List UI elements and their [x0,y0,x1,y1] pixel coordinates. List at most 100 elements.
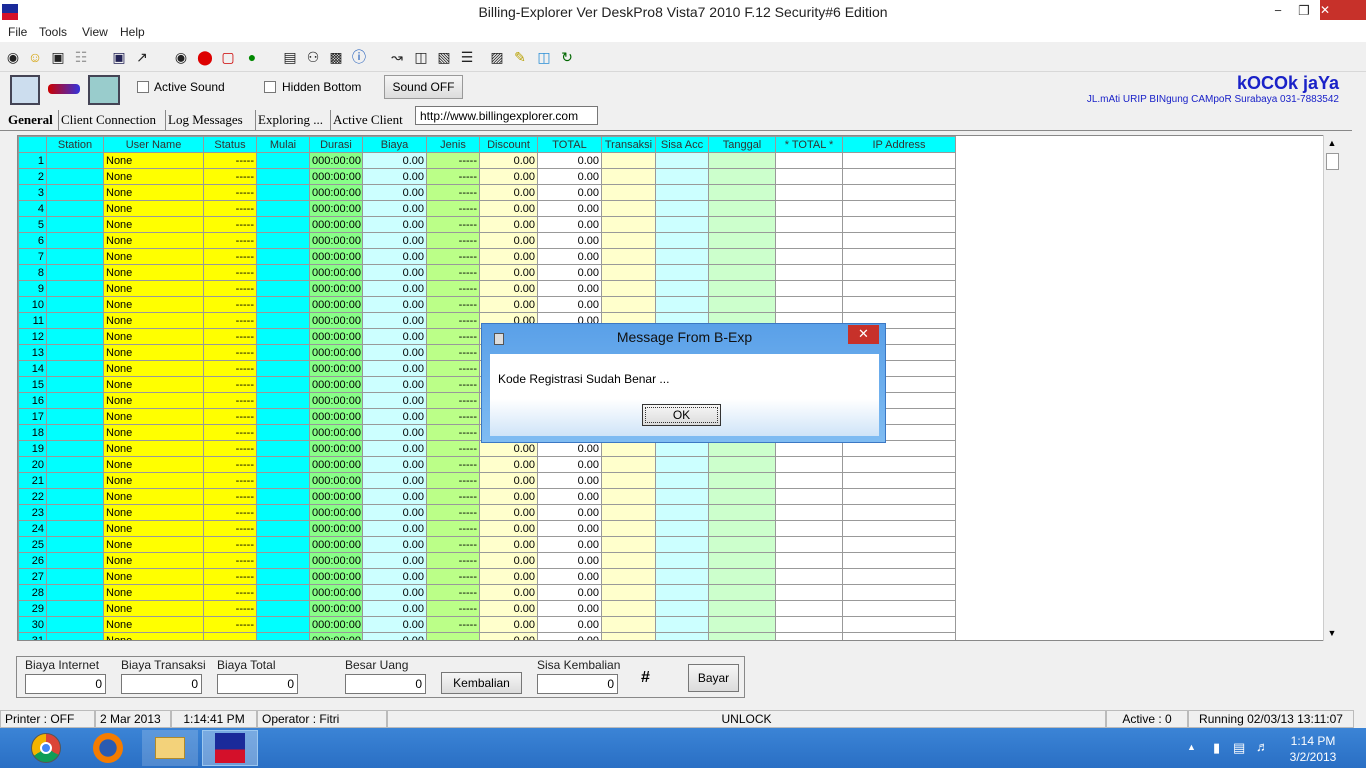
column-header[interactable]: Jenis [426,136,480,153]
tab-client-connection[interactable]: Client Connection [58,110,158,130]
cursor-icon[interactable]: ↗ [132,46,152,68]
printer-icon[interactable]: ▩ [326,46,346,68]
table-row[interactable]: 4 None ----- 000:00:00 0.00 ----- 0.00 0.00 [18,200,956,217]
eye-icon[interactable]: ◉ [171,46,191,68]
menu-help[interactable]: Help [120,25,145,39]
tray-expand-icon[interactable]: ▲ [1187,742,1196,752]
sisa-kembalian-field[interactable]: 0 [537,674,618,694]
computer-icon[interactable] [10,75,40,105]
tab-general[interactable]: General [6,110,55,130]
table-row[interactable]: 25 None ----- 000:00:00 0.00 ----- 0.00 0.00 [18,536,956,553]
chrome-icon[interactable] [18,730,74,766]
table-row[interactable]: 20 None ----- 000:00:00 0.00 ----- 0.00 0.00 [18,456,956,473]
maximize-button[interactable]: ❐ [1290,0,1318,22]
website-link[interactable]: http://www.billingexplorer.com [415,106,598,125]
besar-uang-field[interactable]: 0 [345,674,426,694]
network-icon[interactable]: ▤ [1233,740,1245,756]
column-header[interactable]: Durasi [309,136,363,153]
column-header[interactable]: Biaya [362,136,427,153]
table-row[interactable]: 6 None ----- 000:00:00 0.00 ----- 0.00 0.00 [18,232,956,249]
table-row[interactable]: 23 None ----- 000:00:00 0.00 ----- 0.00 0.00 [18,504,956,521]
kembalian-button[interactable]: Kembalian [441,672,522,694]
bayar-button[interactable]: Bayar [688,664,739,692]
table-row[interactable]: 7 None ----- 000:00:00 0.00 ----- 0.00 0.00 [18,248,956,265]
table-row[interactable]: 8 None ----- 000:00:00 0.00 ----- 0.00 0.00 [18,264,956,281]
database-icon[interactable]: ◫ [534,46,554,68]
column-header[interactable]: User Name [103,136,204,153]
sound-off-button[interactable]: Sound OFF [384,75,463,99]
lock-icon[interactable]: ▣ [48,46,68,68]
table-row[interactable]: 9 None ----- 000:00:00 0.00 ----- 0.00 0.00 [18,280,956,297]
scroll-down-icon[interactable]: ▼ [1324,625,1340,641]
tab-active-client[interactable]: Active Client [330,110,405,130]
menu-file[interactable]: File [8,25,27,39]
column-header[interactable]: TOTAL [537,136,602,153]
table-row[interactable]: 10 None ----- 000:00:00 0.00 ----- 0.00 0.00 [18,296,956,313]
table-row[interactable]: 1 None ----- 000:00:00 0.00 ----- 0.00 0.00 [18,152,956,169]
table-row[interactable]: 3 None ----- 000:00:00 0.00 ----- 0.00 0.00 [18,184,956,201]
adjust-icon[interactable]: ◫ [411,46,431,68]
column-header[interactable] [18,136,47,153]
stop-icon[interactable]: ⬤ [195,46,215,68]
network-computers-icon[interactable] [88,75,120,105]
column-header[interactable]: Discount [479,136,538,153]
table-row[interactable]: 29 None ----- 000:00:00 0.00 ----- 0.00 0.00 [18,600,956,617]
column-header[interactable]: Tanggal [708,136,776,153]
grid-scrollbar[interactable]: ▲ ▼ [1323,135,1340,641]
refresh-icon[interactable]: ↻ [557,46,577,68]
minimize-button[interactable]: − [1264,0,1292,22]
ok-button[interactable]: OK [642,404,721,426]
users-icon[interactable]: ⚇ [303,46,323,68]
biaya-total-field[interactable]: 0 [217,674,298,694]
billing-explorer-icon[interactable] [202,730,258,766]
battery-icon[interactable]: ▮ [1213,740,1220,756]
tab-log-messages[interactable]: Log Messages [165,110,245,130]
money-icon[interactable]: ● [242,46,262,68]
column-header[interactable]: Status [203,136,257,153]
folder-icon[interactable] [142,730,198,766]
menu-tools[interactable]: Tools [39,25,67,39]
chart-icon[interactable]: ↝ [387,46,407,68]
biaya-internet-field[interactable]: 0 [25,674,106,694]
table-cell: ----- [203,232,257,249]
taskbar-clock[interactable]: 1:14 PM 3/2/2013 [1283,733,1343,765]
table-row[interactable]: 27 None ----- 000:00:00 0.00 ----- 0.00 0.00 [18,568,956,585]
column-header[interactable]: * TOTAL * [775,136,843,153]
hidden-bottom-checkbox[interactable] [264,81,276,93]
close-button[interactable]: ✕ [1320,0,1366,20]
table-row[interactable]: 28 None ----- 000:00:00 0.00 ----- 0.00 0.00 [18,584,956,601]
menu-view[interactable]: View [82,25,108,39]
table-row[interactable]: 30 None ----- 000:00:00 0.00 ----- 0.00 0.00 [18,616,956,633]
list-icon[interactable]: ☰ [457,46,477,68]
column-header[interactable]: Transaksi [601,136,656,153]
column-header[interactable]: Mulai [256,136,310,153]
table-row[interactable]: 24 None ----- 000:00:00 0.00 ----- 0.00 0.00 [18,520,956,537]
export-icon[interactable]: ▨ [487,46,507,68]
scroll-up-icon[interactable]: ▲ [1324,135,1340,151]
dialog-close-button[interactable]: ✕ [848,325,879,344]
tab-exploring[interactable]: Exploring ... [255,110,325,130]
table-row[interactable]: 22 None ----- 000:00:00 0.00 ----- 0.00 0.00 [18,488,956,505]
biaya-transaksi-field[interactable]: 0 [121,674,202,694]
scroll-thumb[interactable] [1326,153,1339,170]
column-header[interactable]: Station [46,136,104,153]
volume-icon[interactable]: ♬ [1256,739,1269,754]
info-icon[interactable]: ⓘ [349,46,369,68]
firefox-icon[interactable] [80,730,136,766]
window-stop-icon[interactable]: ▢ [218,46,238,68]
table-row[interactable]: 26 None ----- 000:00:00 0.00 ----- 0.00 0.00 [18,552,956,569]
table-row[interactable]: 2 None ----- 000:00:00 0.00 ----- 0.00 0.00 [18,168,956,185]
table-row[interactable]: 5 None ----- 000:00:00 0.00 ----- 0.00 0.00 [18,216,956,233]
pencil-icon[interactable]: ✎ [510,46,530,68]
active-sound-checkbox[interactable] [137,81,149,93]
smiley-icon[interactable]: ☺ [25,46,45,68]
document-icon[interactable]: ▧ [434,46,454,68]
binoculars-icon[interactable]: ◉ [3,46,23,68]
column-header[interactable]: Sisa Acc [655,136,709,153]
server-icon[interactable]: ▤ [280,46,300,68]
network-icon[interactable]: ☷ [71,46,91,68]
table-row[interactable]: 21 None ----- 000:00:00 0.00 ----- 0.00 0.00 [18,472,956,489]
column-header[interactable]: IP Address [842,136,956,153]
computer-icon[interactable]: ▣ [109,46,129,68]
table-row[interactable]: 31 None ----- 000:00:00 0.00 ----- 0.00 0.00 [18,632,956,640]
